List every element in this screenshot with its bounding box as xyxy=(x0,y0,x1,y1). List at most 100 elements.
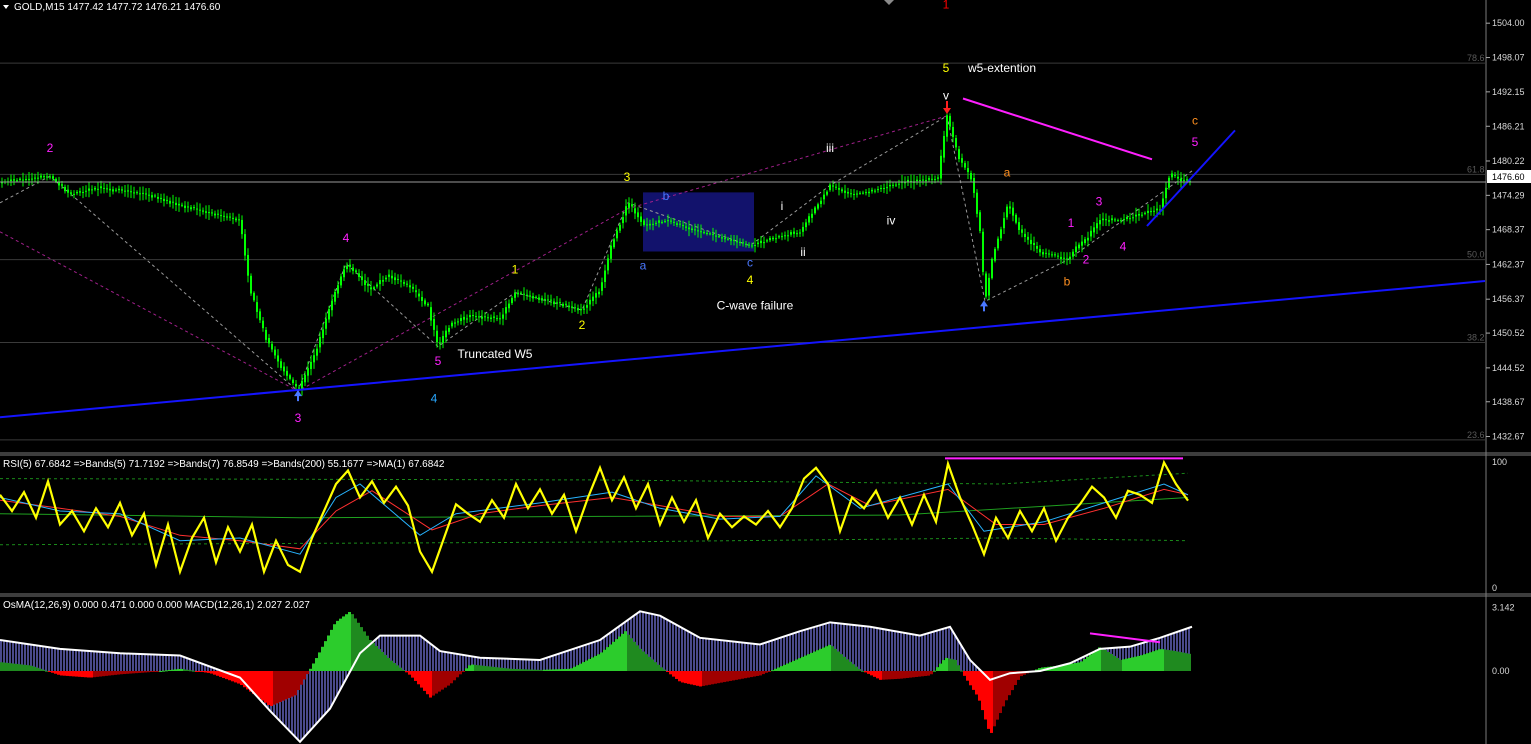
candle-body xyxy=(436,330,438,343)
osma-bar xyxy=(474,664,477,671)
candle-body xyxy=(715,235,717,237)
osma-bar xyxy=(702,671,705,686)
osma-bar xyxy=(894,671,897,680)
candle-body xyxy=(871,189,873,192)
candle-body xyxy=(535,296,537,298)
osma-bar xyxy=(492,666,495,671)
candle-body xyxy=(280,361,282,368)
candle-body xyxy=(361,276,363,281)
candle-body xyxy=(682,225,684,227)
osma-bar xyxy=(507,668,510,671)
wave-label: 2 xyxy=(47,141,54,155)
candle-body xyxy=(880,187,882,189)
candle-body xyxy=(1084,239,1086,244)
candle-body xyxy=(1069,256,1071,260)
osma-bar xyxy=(744,671,747,679)
candle-body xyxy=(760,240,762,244)
y-tick-label: 1444.52 xyxy=(1492,363,1525,373)
osma-bar xyxy=(786,663,789,671)
osma-bar xyxy=(1137,655,1140,671)
candle-body xyxy=(808,216,810,223)
osma-bar xyxy=(957,665,960,671)
osma-bar xyxy=(600,652,603,671)
osma-bar xyxy=(1116,657,1119,671)
osma-bar xyxy=(189,670,192,672)
osma-bar xyxy=(525,669,528,671)
osma-bar xyxy=(510,668,513,671)
osma-bar xyxy=(453,671,456,681)
osma-bar xyxy=(75,671,78,677)
osma-bar xyxy=(102,671,105,677)
candle-body xyxy=(1096,223,1098,229)
osma-bar xyxy=(534,669,537,671)
candle-body xyxy=(247,254,249,276)
candle-body xyxy=(718,236,720,238)
osma-bar xyxy=(612,641,615,671)
osma-bar xyxy=(63,671,66,676)
fib-label: 50.0 xyxy=(1467,250,1485,260)
wave-label: 3 xyxy=(295,411,302,425)
osma-bar xyxy=(729,671,732,681)
candle-body xyxy=(316,348,318,356)
osma-bar xyxy=(339,618,342,671)
osma-bar xyxy=(1074,662,1077,671)
osma-bar xyxy=(567,668,570,671)
osma-bar xyxy=(462,671,465,672)
osma-bar xyxy=(798,658,801,671)
candle-body xyxy=(694,229,696,231)
osma-bar xyxy=(1128,657,1131,671)
candle-body xyxy=(481,316,483,319)
candle-body xyxy=(1078,244,1080,249)
candle-body xyxy=(217,213,219,215)
candle-body xyxy=(1045,252,1047,254)
osma-bar xyxy=(1068,663,1071,671)
candle-body xyxy=(133,192,135,194)
candle-body xyxy=(937,177,939,179)
trendlines[interactable] xyxy=(0,97,1486,419)
candle-body xyxy=(178,203,180,206)
candle-body xyxy=(1132,217,1134,219)
candle-body xyxy=(1108,220,1110,222)
candle-body xyxy=(289,375,291,379)
candle-body xyxy=(613,239,615,248)
chart-shift-icon[interactable] xyxy=(884,0,894,5)
candle-body xyxy=(367,283,369,286)
candle-body xyxy=(343,269,345,278)
candle-body xyxy=(985,273,987,297)
osma-bar xyxy=(555,669,558,671)
candle-body xyxy=(874,190,876,192)
wave-label: 3 xyxy=(624,170,631,184)
candle-body xyxy=(319,336,321,348)
candle-body xyxy=(589,299,591,305)
candle-body xyxy=(334,291,336,302)
osma-bar xyxy=(165,670,168,672)
osma-bar xyxy=(153,671,156,672)
y-tick-label: 1498.07 xyxy=(1492,53,1525,63)
osma-bar xyxy=(21,664,24,671)
candle-body xyxy=(637,212,639,218)
candle-body xyxy=(322,329,324,339)
candle-body xyxy=(811,213,813,218)
osma-bar xyxy=(486,666,489,671)
fib-label: 38.2 xyxy=(1467,332,1485,342)
osma-bar xyxy=(327,635,330,671)
candle-body xyxy=(331,300,333,311)
osma-bar xyxy=(180,668,183,671)
candle-body xyxy=(571,306,573,308)
candle-body xyxy=(244,234,246,256)
osma-bar xyxy=(1146,653,1149,671)
osma-bar xyxy=(984,671,987,720)
candle-body xyxy=(403,282,405,284)
osma-bar xyxy=(870,671,873,676)
chart-canvas[interactable]: 78.6 61.8 50.0 38.2 23.6 1504.00 1498.07 1492.… xyxy=(0,0,1531,744)
candle-body xyxy=(925,180,927,182)
osma-bar xyxy=(351,614,354,671)
candle-body xyxy=(199,209,201,211)
osma-bar xyxy=(633,641,636,671)
osma-bar xyxy=(483,665,486,671)
candle-body xyxy=(1054,254,1056,256)
candle-body xyxy=(1090,230,1092,237)
osma-bar xyxy=(147,671,150,673)
candle-body xyxy=(76,191,78,194)
osma-bar xyxy=(726,671,729,682)
